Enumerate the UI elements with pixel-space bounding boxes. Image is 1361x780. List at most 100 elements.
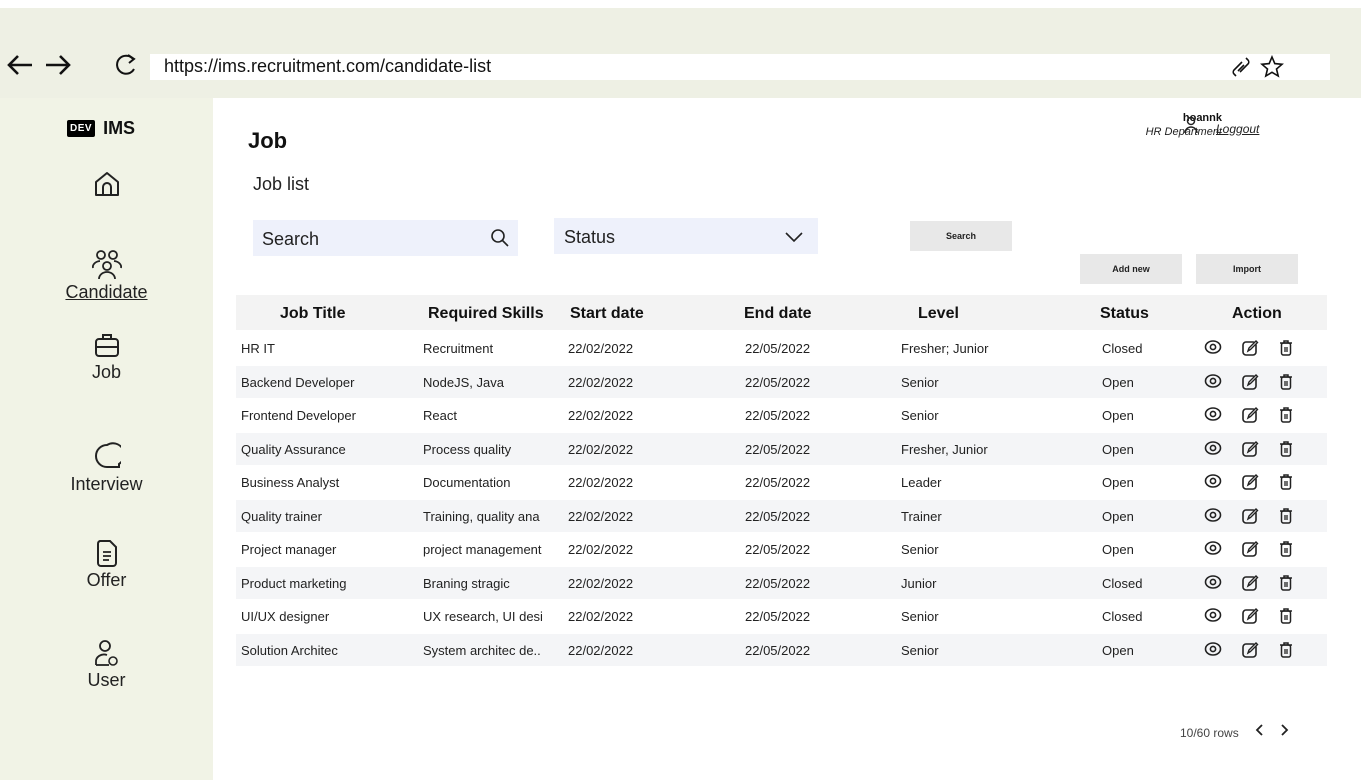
column-header-job-title[interactable]: Job Title [280, 305, 346, 323]
import-button[interactable]: Import [1196, 254, 1298, 284]
cell-end-date: 22/05/2022 [745, 341, 811, 356]
delete-icon[interactable] [1279, 339, 1293, 362]
edit-icon[interactable] [1241, 373, 1259, 396]
edit-icon[interactable] [1241, 607, 1259, 630]
column-header-required-skills[interactable]: Required Skills [428, 305, 544, 323]
sidebar-item-candidate[interactable]: Candidate [0, 246, 213, 303]
sidebar-item-offer[interactable]: Offer [0, 538, 213, 591]
delete-icon[interactable] [1279, 540, 1293, 563]
delete-icon[interactable] [1279, 641, 1293, 664]
cell-level: Senior [901, 642, 939, 658]
view-icon[interactable] [1204, 607, 1222, 628]
edit-icon[interactable] [1241, 339, 1259, 362]
search-icon[interactable] [490, 228, 510, 253]
chevron-down-icon [784, 230, 804, 248]
edit-icon[interactable] [1241, 440, 1259, 463]
view-icon[interactable] [1204, 440, 1222, 461]
view-icon[interactable] [1204, 339, 1222, 360]
url-text: https://ims.recruitment.com/candidate-li… [164, 56, 492, 76]
cell-end-date: 22/05/2022 [745, 475, 811, 490]
cell-status: Open [1102, 542, 1134, 557]
delete-icon[interactable] [1279, 574, 1293, 597]
sidebar-item-home[interactable] [0, 168, 213, 200]
cell-status: Closed [1102, 341, 1143, 356]
delete-icon[interactable] [1279, 507, 1293, 530]
view-icon[interactable] [1204, 641, 1222, 662]
chevron-left-icon [1255, 724, 1263, 736]
sidebar-item-job[interactable]: Job [0, 330, 213, 383]
column-header-start-date[interactable]: Start date [570, 305, 644, 323]
view-icon[interactable] [1204, 507, 1222, 528]
column-header-level[interactable]: Level [918, 305, 959, 323]
column-header-status[interactable]: Status [1100, 305, 1149, 323]
status-select[interactable]: Status [554, 218, 818, 254]
edit-icon[interactable] [1241, 641, 1259, 664]
cell-job-title: Product marketing [241, 575, 347, 591]
cell-end-date: 22/05/2022 [745, 575, 811, 591]
column-header-end-date[interactable]: End date [744, 305, 812, 323]
logout-link[interactable]: Loggout [1216, 122, 1259, 136]
delete-icon[interactable] [1279, 406, 1293, 429]
edit-icon[interactable] [1241, 574, 1259, 597]
cell-end-date: 22/05/2022 [745, 642, 811, 658]
view-icon[interactable] [1204, 540, 1222, 561]
back-button[interactable] [6, 52, 34, 82]
edit-icon[interactable] [1241, 473, 1259, 496]
bookmark-star-icon[interactable] [1260, 54, 1284, 84]
cell-job-title: Solution Architec [241, 642, 338, 658]
cell-status: Closed [1102, 609, 1143, 624]
cell-level: Senior [901, 408, 939, 423]
view-icon[interactable] [1204, 406, 1222, 427]
logo-text: IMS [103, 118, 136, 138]
cell-level: Junior [901, 575, 937, 591]
address-bar[interactable]: https://ims.recruitment.com/candidate-li… [150, 54, 1330, 80]
search-input[interactable]: Search [253, 220, 518, 256]
sidebar: DEV IMS Candidate Job Interview Offer Us… [0, 98, 213, 780]
page-subtitle: Job list [253, 174, 310, 194]
cell-required-skills: Training, quality ana [423, 508, 540, 524]
view-icon[interactable] [1204, 373, 1222, 394]
chat-icon [94, 442, 121, 468]
cell-start-date: 22/02/2022 [568, 542, 634, 557]
forward-button[interactable] [44, 52, 72, 82]
cell-required-skills: Braning stragic [423, 575, 510, 591]
table-row: Quality trainer Training, quality ana 22/0… [236, 499, 1327, 532]
cell-status: Open [1102, 475, 1134, 490]
user-icon[interactable] [1183, 116, 1199, 139]
window-top-strip [0, 0, 1361, 8]
reload-button[interactable] [114, 52, 138, 82]
cell-job-title: Backend Developer [241, 374, 355, 390]
cell-start-date: 22/02/2022 [568, 341, 634, 356]
sidebar-item-label: Candidate [65, 282, 148, 302]
cell-start-date: 22/02/2022 [568, 475, 634, 490]
sidebar-item-user[interactable]: User [0, 638, 213, 691]
table-row: Backend Developer NodeJS, Java 22/02/2022 2… [236, 365, 1327, 398]
sidebar-item-interview[interactable]: Interview [0, 442, 213, 495]
delete-icon[interactable] [1279, 373, 1293, 396]
pagination-prev-button[interactable] [1253, 722, 1267, 743]
edit-icon[interactable] [1241, 406, 1259, 429]
chevron-right-icon [1281, 724, 1289, 736]
app-logo[interactable]: DEV IMS [67, 118, 135, 139]
edit-icon[interactable] [1241, 507, 1259, 530]
view-icon[interactable] [1204, 473, 1222, 494]
cell-end-date: 22/05/2022 [745, 609, 811, 624]
table-row: Frontend Developer React 22/02/2022 22/05/2… [236, 399, 1327, 431]
link-icon[interactable] [1230, 55, 1252, 84]
delete-icon[interactable] [1279, 473, 1293, 496]
table-row: Quality Assurance Process quality 22/02/20… [236, 432, 1327, 465]
cell-required-skills: NodeJS, Java [423, 374, 504, 390]
table-row: Project manager project management 22/02/2… [236, 533, 1327, 565]
cell-level: Senior [901, 374, 939, 390]
cell-status: Open [1102, 508, 1134, 524]
cell-required-skills: Process quality [423, 441, 512, 457]
edit-icon[interactable] [1241, 540, 1259, 563]
delete-icon[interactable] [1279, 440, 1293, 463]
search-button[interactable]: Search [910, 221, 1012, 251]
cell-required-skills: System architec de.. [423, 642, 541, 658]
pagination-next-button[interactable] [1277, 722, 1291, 743]
cell-end-date: 22/05/2022 [745, 441, 811, 457]
view-icon[interactable] [1204, 574, 1222, 595]
delete-icon[interactable] [1279, 607, 1293, 630]
add-new-button[interactable]: Add new [1080, 254, 1182, 284]
